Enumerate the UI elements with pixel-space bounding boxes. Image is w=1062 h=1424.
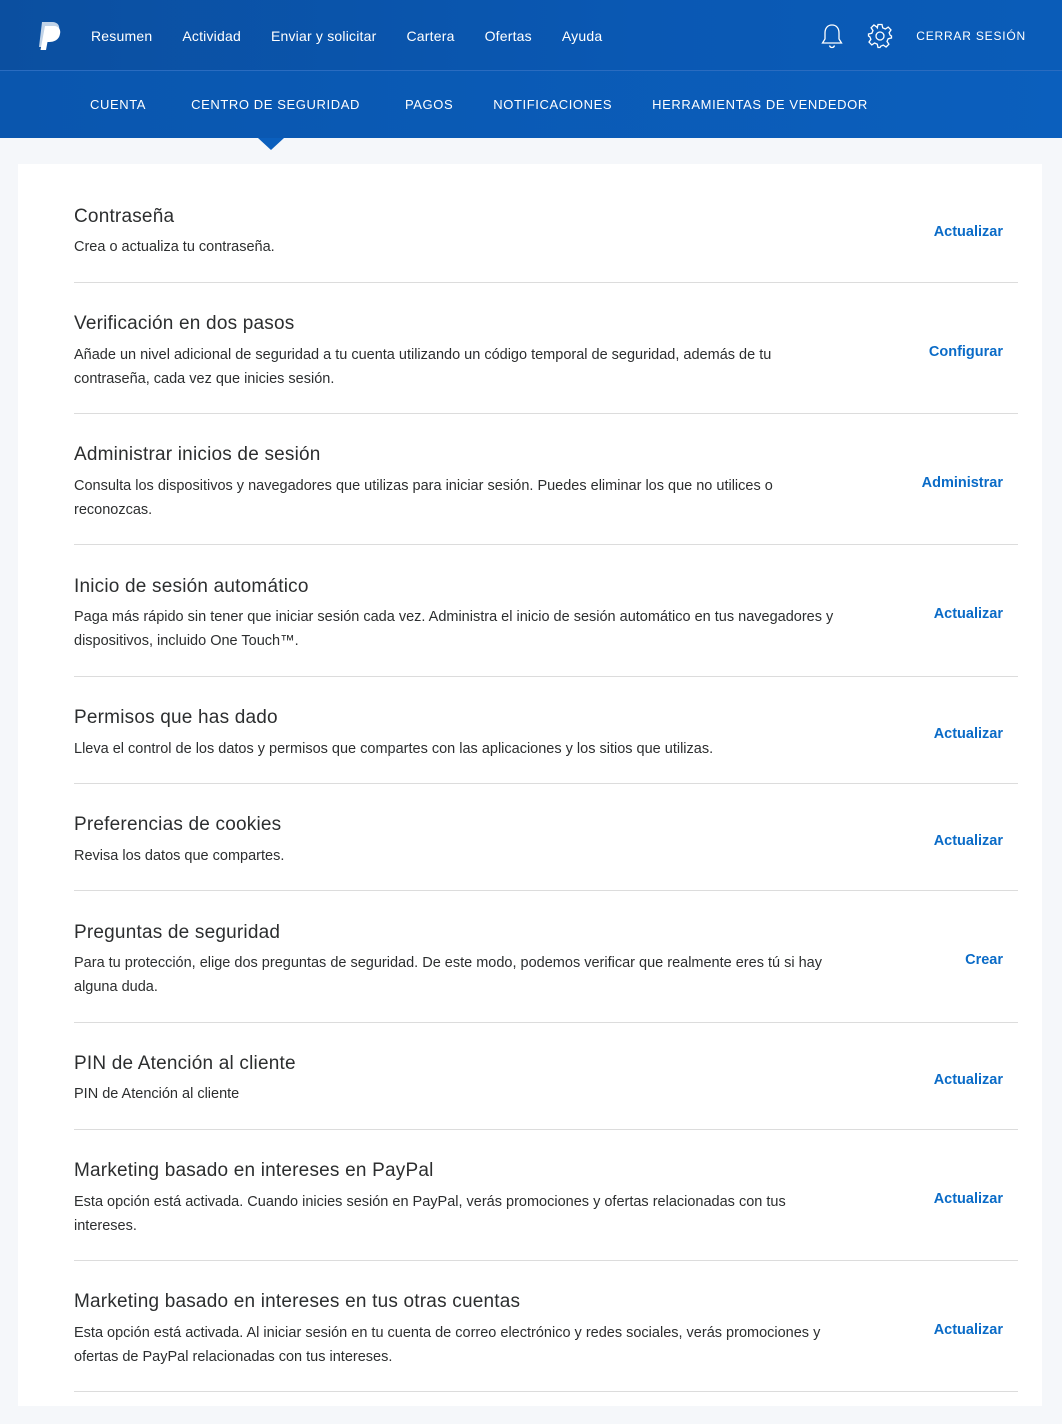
- create-security-questions-button[interactable]: Crear: [965, 952, 1003, 968]
- item-description: Revisa los datos que compartes.: [74, 848, 285, 864]
- nav-offers[interactable]: Ofertas: [485, 28, 532, 44]
- item-description: Añade un nivel adicional de seguridad a …: [74, 347, 772, 387]
- security-item-manage-logins: Administrar inicios de sesión Consulta l…: [74, 414, 1018, 545]
- nav-send-request[interactable]: Enviar y solicitar: [271, 28, 377, 44]
- gear-icon[interactable]: [866, 22, 894, 50]
- item-title: Contraseña: [74, 206, 175, 227]
- update-password-button[interactable]: Actualizar: [934, 224, 1003, 240]
- nav-activity[interactable]: Actividad: [182, 28, 241, 44]
- security-item-marketing-other-accounts: Marketing basado en intereses en tus otr…: [74, 1261, 1018, 1392]
- item-description: Paga más rápido sin tener que iniciar se…: [74, 609, 834, 649]
- tab-security-center[interactable]: CENTRO DE SEGURIDAD: [191, 97, 360, 112]
- primary-nav: Resumen Actividad Enviar y solicitar Car…: [91, 0, 632, 71]
- item-description: Lleva el control de los datos y permisos…: [74, 741, 714, 757]
- settings-tabs: CUENTA CENTRO DE SEGURIDAD PAGOS NOTIFIC…: [90, 71, 913, 138]
- logout-button[interactable]: CERRAR SESIÓN: [916, 29, 1026, 43]
- item-description: Crea o actualiza tu contraseña.: [74, 239, 275, 255]
- item-title: PIN de Atención al cliente: [74, 1053, 296, 1074]
- update-marketing-paypal-button[interactable]: Actualizar: [934, 1191, 1003, 1207]
- secondary-navigation-bar: CUENTA CENTRO DE SEGURIDAD PAGOS NOTIFIC…: [0, 71, 1062, 138]
- configure-two-step-button[interactable]: Configurar: [929, 344, 1003, 360]
- item-title: Preguntas de seguridad: [74, 922, 281, 943]
- nav-summary[interactable]: Resumen: [91, 28, 152, 44]
- update-marketing-other-button[interactable]: Actualizar: [934, 1322, 1003, 1338]
- item-description: PIN de Atención al cliente: [74, 1086, 240, 1102]
- item-title: Administrar inicios de sesión: [74, 444, 321, 465]
- security-item-cookies: Preferencias de cookies Revisa los datos…: [74, 784, 1018, 891]
- item-title: Permisos que has dado: [74, 707, 278, 728]
- security-item-security-questions: Preguntas de seguridad Para tu protecció…: [74, 891, 1018, 1023]
- security-item-two-step: Verificación en dos pasos Añade un nivel…: [74, 283, 1018, 414]
- tab-seller-tools[interactable]: HERRAMIENTAS DE VENDEDOR: [652, 97, 868, 112]
- bell-icon[interactable]: [818, 22, 846, 50]
- top-navigation-bar: Resumen Actividad Enviar y solicitar Car…: [0, 0, 1062, 71]
- manage-logins-button[interactable]: Administrar: [922, 475, 1003, 491]
- item-title: Marketing basado en intereses en tus otr…: [74, 1291, 521, 1312]
- security-item-auto-login: Inicio de sesión automático Paga más ráp…: [74, 545, 1018, 677]
- item-title: Inicio de sesión automático: [74, 576, 309, 597]
- header-actions: CERRAR SESIÓN: [798, 0, 1026, 71]
- item-description: Consulta los dispositivos y navegadores …: [74, 478, 773, 518]
- security-item-password: Contraseña Crea o actualiza tu contraseñ…: [74, 164, 1018, 283]
- item-title: Preferencias de cookies: [74, 814, 282, 835]
- item-description: Esta opción está activada. Al iniciar se…: [74, 1325, 821, 1365]
- security-settings-card: Contraseña Crea o actualiza tu contraseñ…: [18, 164, 1042, 1406]
- update-cookies-button[interactable]: Actualizar: [934, 833, 1003, 849]
- update-auto-login-button[interactable]: Actualizar: [934, 606, 1003, 622]
- item-title: Verificación en dos pasos: [74, 313, 295, 334]
- update-customer-pin-button[interactable]: Actualizar: [934, 1072, 1003, 1088]
- paypal-logo[interactable]: [36, 20, 62, 50]
- tab-payments[interactable]: PAGOS: [405, 97, 453, 112]
- update-permissions-button[interactable]: Actualizar: [934, 726, 1003, 742]
- security-item-marketing-paypal: Marketing basado en intereses en PayPal …: [74, 1130, 1018, 1261]
- item-description: Esta opción está activada. Cuando inicie…: [74, 1194, 786, 1234]
- tab-notifications[interactable]: NOTIFICACIONES: [493, 97, 612, 112]
- nav-wallet[interactable]: Cartera: [406, 28, 454, 44]
- active-tab-indicator: [258, 138, 284, 150]
- item-description: Para tu protección, elige dos preguntas …: [74, 955, 822, 995]
- tab-account[interactable]: CUENTA: [90, 97, 146, 112]
- security-item-customer-pin: PIN de Atención al cliente PIN de Atenci…: [74, 1023, 1018, 1130]
- nav-help[interactable]: Ayuda: [562, 28, 602, 44]
- security-item-permissions: Permisos que has dado Lleva el control d…: [74, 677, 1018, 784]
- item-title: Marketing basado en intereses en PayPal: [74, 1160, 434, 1181]
